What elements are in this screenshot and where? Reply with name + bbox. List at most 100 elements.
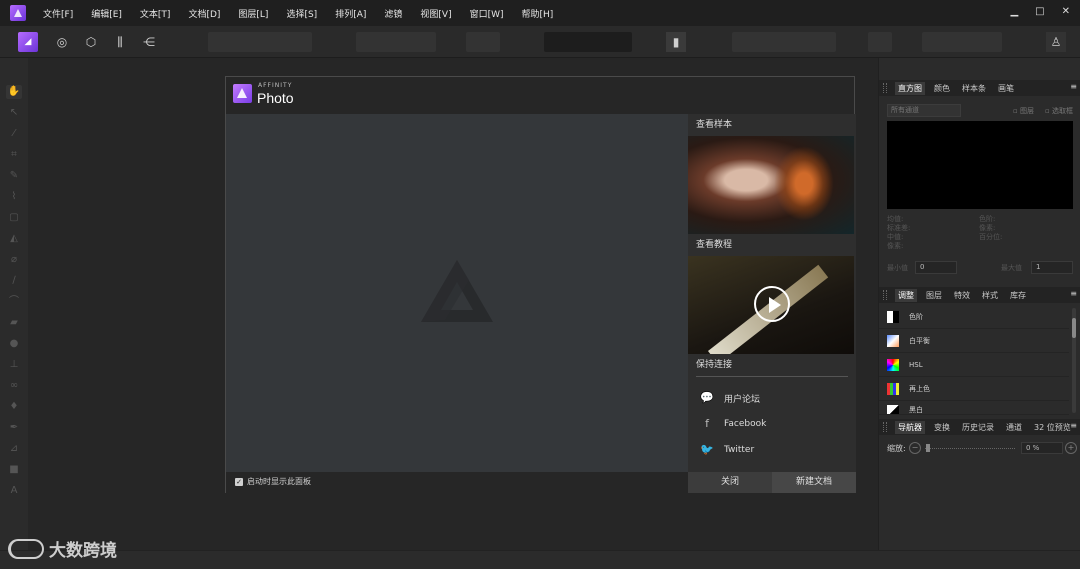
tab-stock[interactable]: 库存	[1007, 289, 1029, 302]
max-value-field[interactable]: 1	[1031, 261, 1073, 274]
sample-thumbnail[interactable]	[688, 136, 854, 234]
marquee-tool-icon[interactable]: ▢	[6, 211, 22, 225]
stat-mean: 均值:	[887, 215, 904, 223]
flood-fill-icon[interactable]: ◭	[6, 232, 22, 246]
pen-tool-icon[interactable]: ▮	[666, 32, 686, 52]
photo-persona-icon[interactable]: ◢	[18, 32, 38, 52]
order-buttons[interactable]	[356, 32, 436, 52]
shape-tool-icon[interactable]: ■	[6, 463, 22, 477]
adjustment-levels[interactable]: 色阶	[879, 305, 1069, 329]
zoom-out-icon[interactable]: −	[909, 442, 921, 454]
flood-select-icon[interactable]: ⌇	[6, 190, 22, 204]
menu-view[interactable]: 视图[V]	[420, 7, 451, 20]
dodge-tool-icon[interactable]: ●	[6, 337, 22, 351]
liquify-persona-icon[interactable]: ◎	[52, 32, 72, 52]
facebook-link[interactable]: f Facebook	[688, 411, 856, 437]
play-icon[interactable]	[754, 286, 790, 322]
menu-arrange[interactable]: 排列[A]	[335, 7, 366, 20]
tab-styles[interactable]: 样式	[979, 289, 1001, 302]
menu-text[interactable]: 文本[T]	[140, 7, 171, 20]
node-tool-icon[interactable]: ⊿	[6, 442, 22, 456]
tone-mapping-persona-icon[interactable]: ⫼	[110, 32, 130, 52]
show-on-startup-checkbox[interactable]: ✓	[235, 478, 243, 486]
panel-grip[interactable]	[883, 290, 887, 300]
layer-option[interactable]: ▫ 图层	[1013, 106, 1034, 116]
zoom-slider-handle[interactable]	[926, 444, 930, 452]
blur-tool-icon[interactable]: ♦	[6, 400, 22, 414]
auto-adjust-buttons[interactable]	[208, 32, 312, 52]
menu-document[interactable]: 文档[D]	[188, 7, 220, 20]
tab-adjustments[interactable]: 调整	[895, 288, 917, 302]
pen-icon[interactable]: ✒	[6, 421, 22, 435]
min-value-field[interactable]: 0	[915, 261, 957, 274]
tab-navigator[interactable]: 导航器	[895, 420, 925, 434]
adjustment-recolor[interactable]: 再上色	[879, 377, 1069, 401]
tutorial-thumbnail[interactable]	[688, 256, 854, 354]
new-document-button[interactable]: 新建文档	[772, 472, 856, 493]
panel-grip[interactable]	[883, 422, 887, 432]
snapping-buttons[interactable]	[732, 32, 836, 52]
menu-edit[interactable]: 编辑[E]	[91, 7, 122, 20]
selection-brush-icon[interactable]: ✎	[6, 169, 22, 183]
text-tool-icon[interactable]: A	[6, 484, 22, 498]
tab-colour[interactable]: 颜色	[931, 82, 953, 95]
status-bar	[0, 550, 1080, 569]
minimize-button[interactable]: ▁	[1010, 6, 1018, 17]
move-tool-icon[interactable]: ↖	[6, 106, 22, 120]
color-picker-icon[interactable]: ⁄	[6, 127, 22, 141]
tab-layers[interactable]: 图层	[923, 289, 945, 302]
tab-effects[interactable]: 特效	[951, 289, 973, 302]
menu-filters[interactable]: 滤镜	[384, 7, 402, 20]
menu-help[interactable]: 帮助[H]	[522, 7, 554, 20]
zoom-value-field[interactable]: 0 %	[1021, 442, 1063, 454]
hand-tool-icon[interactable]: ✋	[6, 85, 22, 99]
close-window-button[interactable]: ✕	[1062, 6, 1070, 17]
layer-option-label: 图层	[1019, 107, 1034, 115]
twitter-link[interactable]: 🐦 Twitter	[688, 437, 856, 463]
pixel-tool-icon[interactable]: ∕	[6, 274, 22, 288]
adjustment-hsl[interactable]: HSL	[879, 353, 1069, 377]
forum-link[interactable]: 💬 用户论坛	[688, 385, 856, 411]
adjustments-scrollbar[interactable]	[1072, 308, 1076, 413]
menu-layer[interactable]: 图层[L]	[238, 7, 268, 20]
develop-persona-icon[interactable]: ⬡	[81, 32, 101, 52]
menu-window[interactable]: 窗口[W]	[470, 7, 504, 20]
red-eye-tool-icon[interactable]: ∞	[6, 379, 22, 393]
menu-file[interactable]: 文件[F]	[43, 7, 73, 20]
panel-menu-icon[interactable]: ≡	[1070, 82, 1077, 91]
menu-select[interactable]: 选择[S]	[286, 7, 317, 20]
scrollbar-thumb[interactable]	[1072, 318, 1076, 338]
export-persona-icon[interactable]: ⋲	[139, 32, 159, 52]
paint-brush-icon[interactable]: ⌀	[6, 253, 22, 267]
tab-32bit-preview[interactable]: 32 位预览	[1031, 421, 1074, 434]
panel-menu-icon[interactable]: ≡	[1070, 289, 1077, 298]
tab-history[interactable]: 历史记录	[959, 421, 997, 434]
stat-median: 中值:	[887, 233, 904, 241]
quick-mask-buttons[interactable]	[544, 32, 632, 52]
adjustment-label: 白平衡	[909, 336, 930, 345]
crop-tool-icon[interactable]: ⌗	[6, 148, 22, 162]
tab-brushes[interactable]: 画笔	[995, 82, 1017, 95]
tab-histogram[interactable]: 直方图	[895, 81, 925, 95]
channel-select[interactable]: 所有通道	[887, 104, 961, 117]
adjustment-black-white[interactable]: 黑白	[879, 401, 1069, 415]
tab-swatches[interactable]: 样本条	[959, 82, 989, 95]
selection-mode-dropdown[interactable]	[466, 32, 500, 52]
user-account-icon[interactable]: ♙	[1046, 32, 1066, 52]
panel-grip[interactable]	[883, 83, 887, 93]
panel-menu-icon[interactable]: ≡	[1070, 421, 1077, 430]
eraser-tool-icon[interactable]: ▰	[6, 316, 22, 330]
histogram-tabs: 直方图 颜色 样本条 画笔 ≡	[879, 80, 1080, 96]
tab-channels[interactable]: 通道	[1003, 421, 1025, 434]
marquee-option[interactable]: ▫ 选取框	[1045, 106, 1073, 116]
view-mode-buttons[interactable]	[922, 32, 1002, 52]
maximize-button[interactable]: □	[1035, 6, 1044, 17]
stamp-tool-icon[interactable]: ⊥	[6, 358, 22, 372]
close-button[interactable]: 关闭	[688, 472, 772, 493]
tab-transform[interactable]: 变换	[931, 421, 953, 434]
assistant-button[interactable]	[868, 32, 892, 52]
zoom-in-icon[interactable]: +	[1065, 442, 1077, 454]
adjustment-white-balance[interactable]: 白平衡	[879, 329, 1069, 353]
zoom-slider[interactable]	[925, 448, 1015, 449]
clone-tool-icon[interactable]: ⌒	[6, 295, 22, 309]
